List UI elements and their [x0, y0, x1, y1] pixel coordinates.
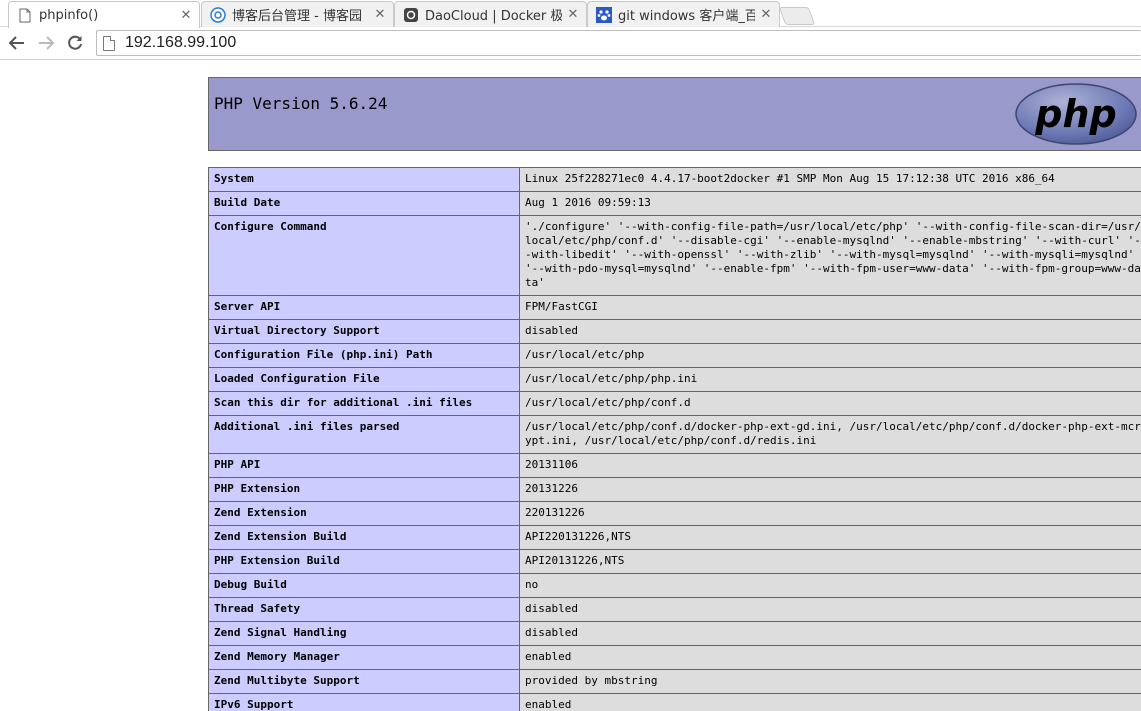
table-row: Zend Extension 220131226 [208, 501, 1141, 526]
tab-title: git windows 客户端_百度 [618, 9, 755, 24]
tab-strip: phpinfo() ✕ 博客后台管理 - 博客园 ✕ DaoCloud | Do… [0, 0, 1141, 28]
svg-text:php: php [1034, 92, 1116, 136]
row-value: /usr/local/etc/php [519, 343, 1141, 368]
tab-daocloud[interactable]: DaoCloud | Docker 极速 ✕ [394, 1, 587, 27]
row-value: API220131226,NTS [519, 525, 1141, 550]
reload-icon [68, 35, 82, 50]
page-title: PHP Version 5.6.24 [214, 94, 388, 113]
row-value: Aug 1 2016 09:59:13 [519, 191, 1141, 216]
arrow-right-icon [39, 36, 55, 50]
row-key: Zend Memory Manager [208, 645, 520, 670]
forward-button[interactable] [34, 31, 58, 55]
row-key: Zend Signal Handling [208, 621, 520, 646]
row-key: Zend Extension [208, 501, 520, 526]
table-row: System Linux 25f228271ec0 4.4.17-boot2doc… [208, 167, 1141, 192]
row-key: PHP API [208, 453, 520, 478]
tab-title: 博客后台管理 - 博客园 [232, 9, 362, 24]
row-key: Server API [208, 295, 520, 320]
table-row: Thread Safety disabled [208, 597, 1141, 622]
row-key: System [208, 167, 520, 192]
table-row: IPv6 Support enabled [208, 693, 1141, 711]
address-bar[interactable]: 192.168.99.100 [96, 30, 1141, 56]
arrow-left-icon [8, 36, 24, 50]
row-value: /usr/local/etc/php/php.ini [519, 367, 1141, 392]
tab-phpinfo[interactable]: phpinfo() ✕ [8, 1, 200, 28]
phpinfo-header: PHP Version 5.6.24 php [208, 77, 1141, 151]
php-logo-icon: php [1015, 83, 1137, 145]
table-row: Debug Build no [208, 573, 1141, 598]
close-icon[interactable]: ✕ [759, 7, 773, 22]
page-content: PHP Version 5.6.24 php System Linux 25f22… [0, 61, 1141, 711]
address-url[interactable]: 192.168.99.100 [125, 34, 236, 52]
row-value: disabled [519, 319, 1141, 344]
table-row: PHP API 20131106 [208, 453, 1141, 478]
table-row: Additional .ini files parsed/usr/local/e… [208, 415, 1141, 454]
row-value: /usr/local/etc/php/conf.d [519, 391, 1141, 416]
new-tab-button[interactable] [778, 7, 816, 25]
row-value: Linux 25f228271ec0 4.4.17-boot2docker #1… [519, 167, 1141, 192]
table-row: Configuration File (php.ini) Path/usr/lo… [208, 343, 1141, 368]
row-value: no [519, 573, 1141, 598]
row-key: Debug Build [208, 573, 520, 598]
reload-button[interactable] [63, 31, 87, 55]
tab-title: phpinfo() [39, 7, 99, 23]
table-row: Build Date Aug 1 2016 09:59:13 [208, 191, 1141, 216]
row-value: API20131226,NTS [519, 549, 1141, 574]
baidu-paw-icon [596, 6, 612, 23]
row-value: disabled [519, 597, 1141, 622]
page-icon [17, 7, 33, 23]
row-value: enabled [519, 645, 1141, 670]
close-icon[interactable]: ✕ [373, 7, 387, 22]
row-key: PHP Extension Build [208, 549, 520, 574]
row-key: Loaded Configuration File [208, 367, 520, 392]
table-row: PHP Extension Build API20131226,NTS [208, 549, 1141, 574]
table-row: PHP Extension 20131226 [208, 477, 1141, 502]
row-key: Virtual Directory Support [208, 319, 520, 344]
row-value: 20131226 [519, 477, 1141, 502]
row-value: 220131226 [519, 501, 1141, 526]
row-value: disabled [519, 621, 1141, 646]
row-key: IPv6 Support [208, 693, 520, 711]
table-row: Zend Signal Handling disabled [208, 621, 1141, 646]
row-value: enabled [519, 693, 1141, 711]
daocloud-icon [403, 7, 419, 23]
table-row: Configure Command './configure' '--with-c… [208, 215, 1141, 296]
cnblogs-icon [210, 6, 226, 23]
row-value: provided by mbstring [519, 669, 1141, 694]
table-row: Loaded Configuration File/usr/local/etc/… [208, 367, 1141, 392]
table-row: Virtual Directory Support disabled [208, 319, 1141, 344]
row-value: 20131106 [519, 453, 1141, 478]
row-key: Zend Extension Build [208, 525, 520, 550]
table-row: Scan this dir for additional .ini files /… [208, 391, 1141, 416]
table-row: Zend Multibyte Support provided by mbstri… [208, 669, 1141, 694]
row-value: /usr/local/etc/php/conf.d/docker-php-ext… [519, 415, 1141, 454]
row-value: FPM/FastCGI [519, 295, 1141, 320]
row-key: Configure Command [208, 215, 520, 296]
tab-title: DaoCloud | Docker 极速 [425, 9, 562, 24]
row-key: Build Date [208, 191, 520, 216]
tab-cnblogs[interactable]: 博客后台管理 - 博客园 ✕ [201, 1, 394, 27]
row-key: Zend Multibyte Support [208, 669, 520, 694]
browser-toolbar: 192.168.99.100 [0, 27, 1141, 60]
table-row: Zend Extension Build API220131226,NTS [208, 525, 1141, 550]
row-key: PHP Extension [208, 477, 520, 502]
back-button[interactable] [5, 31, 29, 55]
row-key: Additional .ini files parsed [208, 415, 520, 454]
row-key: Scan this dir for additional .ini files [208, 391, 520, 416]
row-key: Thread Safety [208, 597, 520, 622]
page-icon [103, 35, 115, 51]
close-icon[interactable]: ✕ [179, 8, 193, 23]
phpinfo-table: System Linux 25f228271ec0 4.4.17-boot2doc… [208, 167, 1141, 711]
table-row: Server API FPM/FastCGI [208, 295, 1141, 320]
row-key: Configuration File (php.ini) Path [208, 343, 520, 368]
table-row: Zend Memory Manager enabled [208, 645, 1141, 670]
tab-baidu[interactable]: git windows 客户端_百度 ✕ [587, 1, 780, 27]
close-icon[interactable]: ✕ [566, 7, 580, 22]
row-value: './configure' '--with-config-file-path=/… [519, 215, 1141, 296]
